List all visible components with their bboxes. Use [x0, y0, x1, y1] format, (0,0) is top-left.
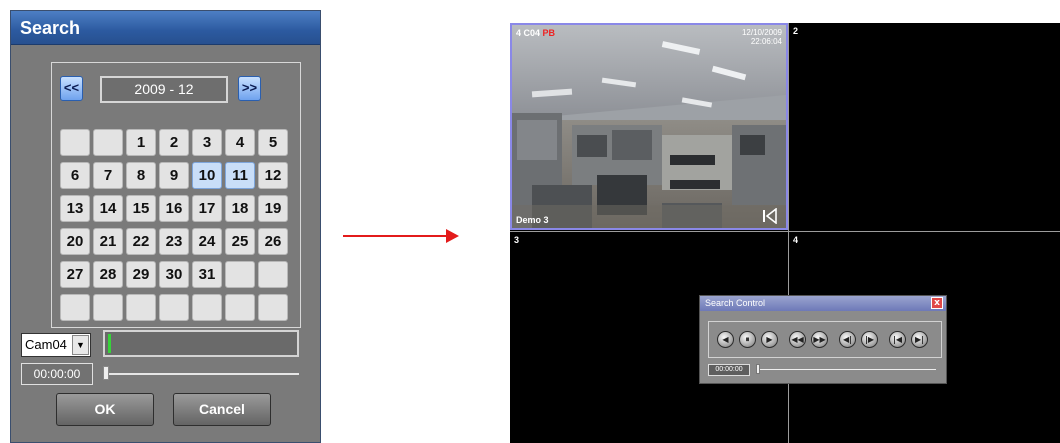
calendar-day[interactable]: 8	[126, 162, 156, 189]
skip-start-button[interactable]: |◀	[889, 331, 906, 348]
camera-caption: Demo 3	[516, 215, 549, 225]
calendar-day[interactable]: 3	[192, 129, 222, 156]
calendar-day-empty	[258, 261, 288, 288]
calendar-day-empty	[192, 294, 222, 321]
calendar-day[interactable]: 18	[225, 195, 255, 222]
arrow-line	[343, 235, 448, 237]
step-back-button[interactable]: ◀|	[839, 331, 856, 348]
calendar-day[interactable]: 26	[258, 228, 288, 255]
calendar-day[interactable]: 13	[60, 195, 90, 222]
calendar-day[interactable]: 1	[126, 129, 156, 156]
camera-feed-image	[512, 25, 786, 228]
month-label: 2009 - 12	[100, 76, 228, 103]
prev-month-button[interactable]: <<	[60, 76, 83, 101]
calendar-day[interactable]: 2	[159, 129, 189, 156]
calendar-day[interactable]: 6	[60, 162, 90, 189]
timestamp-time: 22:06:04	[750, 37, 782, 46]
dialog-title: Search	[11, 11, 320, 45]
playback-badge: PB	[542, 28, 556, 38]
fast-forward-button[interactable]: ▶▶	[811, 331, 828, 348]
playback-slider-thumb[interactable]	[756, 364, 760, 374]
next-month-button[interactable]: >>	[238, 76, 261, 101]
grid-divider	[510, 231, 1060, 232]
play-reverse-button[interactable]: ◀	[717, 331, 734, 348]
search-control-title: Search Control	[700, 296, 946, 311]
step-forward-button[interactable]: |▶	[861, 331, 878, 348]
ok-button[interactable]: OK	[56, 393, 154, 426]
timestamp: 12/10/2009 22:06:04	[742, 28, 782, 46]
calendar-day[interactable]: 29	[126, 261, 156, 288]
camera-select[interactable]: Cam04 ▼	[21, 333, 91, 357]
playback-controls: ◀ ⏸ ▶ ◀◀ ▶▶ ◀| |▶ |◀ ▶|	[708, 321, 942, 358]
camera-cell-2[interactable]: 2	[789, 23, 1060, 230]
calendar-day[interactable]: 12	[258, 162, 288, 189]
arrow-head-icon	[446, 229, 459, 243]
calendar-day[interactable]: 27	[60, 261, 90, 288]
playback-slider-track[interactable]	[756, 369, 936, 370]
calendar-day-empty	[126, 294, 156, 321]
calendar-day[interactable]: 31	[192, 261, 222, 288]
calendar-day-empty	[258, 294, 288, 321]
calendar-day[interactable]: 22	[126, 228, 156, 255]
calendar-day[interactable]: 5	[258, 129, 288, 156]
pause-button[interactable]: ⏸	[739, 331, 756, 348]
calendar-day[interactable]: 4	[225, 129, 255, 156]
camera-cell-1-label: 4 C04 PB	[516, 28, 555, 38]
calendar-day[interactable]: 23	[159, 228, 189, 255]
rewind-button[interactable]: ◀◀	[789, 331, 806, 348]
play-button[interactable]: ▶	[761, 331, 778, 348]
timeline-marker	[108, 334, 111, 353]
calendar-day[interactable]: 9	[159, 162, 189, 189]
camera-name: 4 C04	[516, 28, 541, 38]
calendar-day-empty	[93, 129, 123, 156]
calendar-day[interactable]: 20	[60, 228, 90, 255]
calendar-day[interactable]: 15	[126, 195, 156, 222]
calendar-day[interactable]: 7	[93, 162, 123, 189]
calendar-day-empty	[93, 294, 123, 321]
speaker-icon	[763, 208, 777, 224]
calendar-day-empty	[60, 294, 90, 321]
time-slider-thumb[interactable]	[103, 366, 109, 380]
calendar-day[interactable]: 30	[159, 261, 189, 288]
calendar-day[interactable]: 10	[192, 162, 222, 189]
calendar-day[interactable]: 28	[93, 261, 123, 288]
timestamp-date: 12/10/2009	[741, 28, 782, 37]
calendar-day[interactable]: 17	[192, 195, 222, 222]
calendar: << 2009 - 12 >> 1 2 3 4 5 6 7 8 9 10 11 12 13 14 15 16 1…	[51, 62, 301, 328]
close-icon[interactable]: x	[931, 297, 943, 309]
camera-cell-1[interactable]: 4 C04 PB 12/10/2009 22:06:04 Demo 3	[510, 23, 788, 230]
camera-cell-3-label: 3	[514, 235, 520, 245]
calendar-day-empty	[159, 294, 189, 321]
time-slider-track[interactable]	[103, 373, 299, 375]
calendar-day[interactable]: 14	[93, 195, 123, 222]
camera-cell-2-label: 2	[793, 26, 799, 36]
calendar-day[interactable]: 21	[93, 228, 123, 255]
calendar-day-empty	[225, 261, 255, 288]
cancel-button[interactable]: Cancel	[173, 393, 271, 426]
calendar-day-empty	[60, 129, 90, 156]
chevron-down-icon[interactable]: ▼	[72, 335, 89, 355]
time-field[interactable]: 00:00:00	[21, 363, 93, 385]
calendar-day[interactable]: 19	[258, 195, 288, 222]
calendar-day[interactable]: 16	[159, 195, 189, 222]
search-dialog: Search << 2009 - 12 >> 1 2 3 4 5 6 7 8 9 10 11 12 13…	[10, 10, 321, 443]
search-control-panel: Search Control x ◀ ⏸ ▶ ◀◀ ▶▶ ◀| |▶ |◀ ▶| 00:00:0…	[699, 295, 947, 384]
playback-time[interactable]: 00:00:00	[708, 364, 750, 376]
skip-end-button[interactable]: ▶|	[911, 331, 928, 348]
recording-timeline[interactable]	[103, 330, 299, 357]
calendar-day-empty	[225, 294, 255, 321]
calendar-day[interactable]: 11	[225, 162, 255, 189]
calendar-day[interactable]: 24	[192, 228, 222, 255]
camera-cell-4-label: 4	[793, 235, 799, 245]
calendar-day[interactable]: 25	[225, 228, 255, 255]
camera-select-value: Cam04	[25, 337, 67, 352]
